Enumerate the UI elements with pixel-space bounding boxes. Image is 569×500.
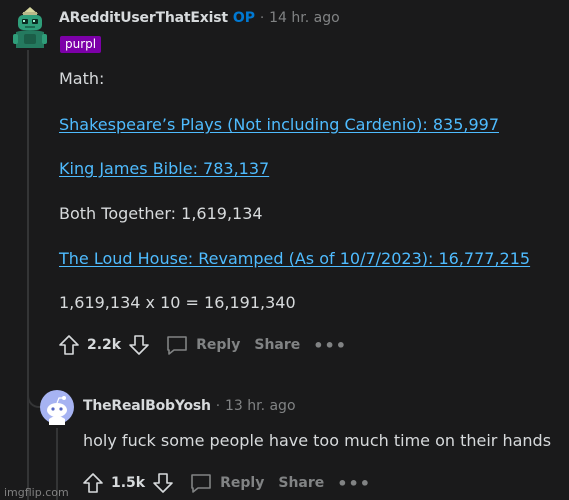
share-button[interactable]: Share (271, 469, 331, 497)
downvote-arrow-icon[interactable] (126, 332, 152, 358)
comment-line-heading: Math: (59, 69, 105, 88)
imgflip-watermark: imgflip.com (4, 486, 69, 499)
user-flair: purpl (60, 36, 102, 53)
reply-timestamp[interactable]: 13 hr. ago (225, 398, 296, 414)
vote-count: 1.5k (111, 475, 146, 491)
op-badge: OP (232, 10, 255, 26)
upvote-arrow-icon[interactable] (80, 470, 106, 496)
upvote-arrow-icon[interactable] (56, 332, 82, 358)
comment-link-shakespeare[interactable]: Shakespeare’s Plays (Not including Carde… (59, 115, 499, 135)
reply-action-bar: 1.5k Reply Share ••• (80, 469, 377, 497)
comment-line-calculation: 1,619,134 x 10 = 16,191,340 (59, 293, 296, 312)
reply-comment-header: TheRealBobYosh · 13 hr. ago (83, 398, 296, 414)
share-button[interactable]: Share (247, 331, 307, 359)
downvote-arrow-icon[interactable] (150, 470, 176, 496)
comment-bubble-icon (167, 336, 187, 355)
reply-label: Reply (220, 475, 265, 491)
reply-button[interactable]: Reply (182, 469, 271, 497)
reply-button[interactable]: Reply (158, 331, 247, 359)
comment-link-bible[interactable]: King James Bible: 783,137 (59, 159, 269, 179)
snoo-gecko-avatar-icon[interactable] (10, 6, 50, 50)
reply-label: Reply (196, 337, 241, 353)
op-action-bar: 2.2k Reply Share ••• (56, 331, 353, 359)
default-snoo-avatar-icon[interactable] (39, 389, 75, 425)
op-username[interactable]: ARedditUserThatExist (59, 10, 228, 26)
share-label: Share (254, 337, 301, 353)
separator-dot: · (215, 399, 220, 414)
reply-username[interactable]: TheRealBobYosh (83, 398, 211, 414)
separator-dot: · (260, 11, 265, 26)
comment-link-loud-house[interactable]: The Loud House: Revamped (As of 10/7/202… (59, 249, 530, 269)
share-label: Share (278, 475, 325, 491)
reply-comment-body: holy fuck some people have too much time… (83, 431, 552, 450)
comment-bubble-icon (191, 474, 211, 493)
op-comment-header: ARedditUserThatExist OP · 14 hr. ago (59, 10, 340, 26)
op-timestamp[interactable]: 14 hr. ago (269, 10, 340, 26)
thread-line[interactable] (27, 50, 29, 500)
comment-line-both-together: Both Together: 1,619,134 (59, 204, 263, 223)
vote-count: 2.2k (87, 337, 122, 353)
more-options-button[interactable]: ••• (307, 336, 353, 355)
more-options-button[interactable]: ••• (331, 474, 377, 493)
